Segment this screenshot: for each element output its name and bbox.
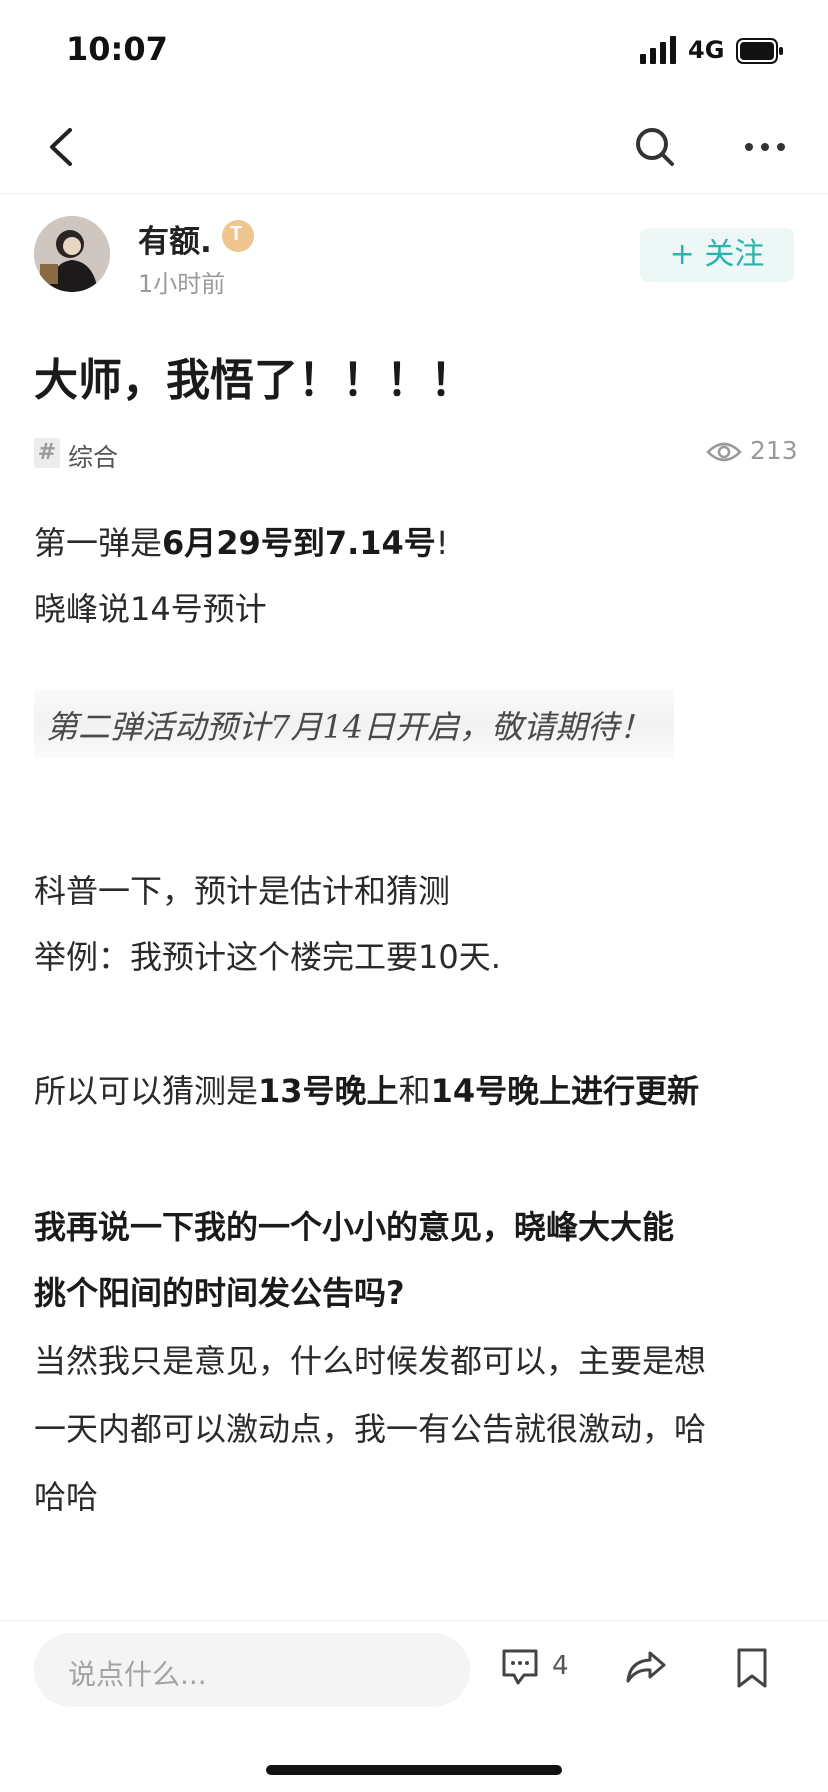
quote-image[interactable]: 第二弹活动预计7月14日开启，敬请期待！ <box>34 690 674 758</box>
more-dots-icon[interactable] <box>740 122 790 172</box>
body-line-4: 举例：我预计这个楼完工要10天. <box>34 938 501 976</box>
body-line-9: 一天内都可以激动点，我一有公告就很激动，哈 <box>34 1410 707 1448</box>
topic-row: # 综合 213 <box>34 436 798 474</box>
body-line-3: 科普一下，预计是估计和猜测 <box>34 872 451 910</box>
follow-button[interactable]: + 关注 <box>640 228 794 282</box>
body-line-8: 当然我只是意见，什么时候发都可以，主要是想 <box>34 1342 707 1380</box>
hash-icon: # <box>34 438 60 468</box>
bookmark-icon[interactable] <box>734 1647 770 1689</box>
text-span: 第一弹是 <box>34 524 163 562</box>
text-span-bold: 6月29号到7.14号 <box>162 524 436 562</box>
badge-text: T <box>230 223 243 245</box>
home-indicator <box>266 1765 562 1775</box>
status-time: 10:07 <box>66 30 168 68</box>
comment-count: 4 <box>552 1651 569 1681</box>
author-name[interactable]: 有额. <box>138 216 212 261</box>
text-span-bold: 14号晚上进行更新 <box>430 1072 700 1110</box>
text-span-bold: 13号晚上 <box>258 1072 399 1110</box>
comment-input[interactable]: 说点什么... <box>34 1633 470 1707</box>
nav-bar <box>0 100 828 194</box>
text-span: ! <box>435 524 449 562</box>
quote-image-text: 第二弹活动预计7月14日开启，敬请期待！ <box>46 708 652 746</box>
network-label: 4G <box>688 36 725 64</box>
battery-icon <box>736 38 783 64</box>
author-header: 有额. T 1小时前 + 关注 <box>34 214 794 298</box>
body-line-1: 第一弹是6月29号到7.14号! <box>34 518 449 564</box>
user-level-badge: T <box>222 220 254 252</box>
eye-icon <box>706 442 742 462</box>
post-title: 大师，我悟了！！！！ <box>34 355 474 406</box>
chevron-left-icon[interactable] <box>42 122 82 172</box>
post-time: 1小时前 <box>138 270 226 298</box>
view-count: 213 <box>750 436 798 465</box>
bottom-action-bar: 说点什么... 4 <box>0 1620 828 1792</box>
body-line-2: 晓峰说14号预计 <box>34 590 267 628</box>
body-line-7: 挑个阳间的时间发公告吗? <box>34 1274 405 1312</box>
comment-placeholder: 说点什么... <box>68 1658 207 1691</box>
share-icon[interactable] <box>624 1647 668 1687</box>
body-line-6: 我再说一下我的一个小小的意见，晓峰大大能 <box>34 1208 675 1246</box>
text-span: 所以可以猜测是 <box>34 1072 259 1110</box>
avatar-image <box>34 216 110 292</box>
avatar[interactable] <box>34 216 110 292</box>
search-icon[interactable] <box>630 122 680 172</box>
signal-icon <box>640 36 676 64</box>
body-line-5: 所以可以猜测是13号晚上和14号晚上进行更新 <box>34 1066 699 1112</box>
text-span: 和 <box>398 1072 431 1110</box>
topic-label[interactable]: 综合 <box>68 438 118 474</box>
body-line-10: 哈哈 <box>34 1478 99 1516</box>
status-bar: 10:07 4G <box>0 0 828 100</box>
comment-icon[interactable] <box>500 1647 540 1687</box>
